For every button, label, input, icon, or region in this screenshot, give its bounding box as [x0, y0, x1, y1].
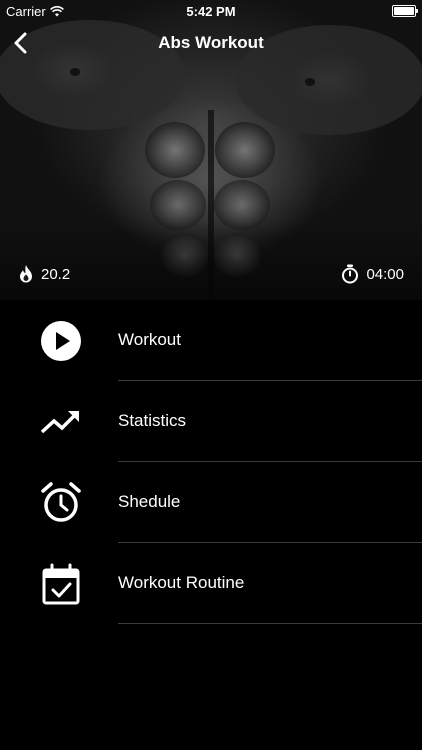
menu-item-label: Statistics: [118, 411, 187, 430]
duration-value: 04:00: [366, 265, 404, 283]
flame-icon: [20, 265, 32, 283]
status-time: 5:42 PM: [186, 4, 236, 19]
menu-item-workout-routine[interactable]: Workout Routine: [0, 543, 422, 624]
battery-icon: [392, 5, 418, 17]
calories-value: 20.2: [41, 265, 71, 283]
alarm-clock-icon: [41, 482, 81, 522]
status-bar: Carrier 5:42 PM: [0, 0, 422, 22]
duration-stat: 04:00: [341, 264, 404, 284]
trending-up-icon: [40, 411, 79, 434]
menu-item-statistics[interactable]: Statistics: [0, 381, 422, 462]
divider: [118, 623, 422, 624]
stopwatch-icon: [342, 264, 359, 284]
menu-item-label: Workout Routine: [118, 573, 245, 592]
menu-item-label: Workout: [118, 330, 181, 349]
calendar-check-icon: [42, 563, 80, 605]
menu-item-schedule[interactable]: Shedule: [0, 462, 422, 543]
workout-menu: Workout Statistics Shedule Workout Routi…: [0, 300, 422, 624]
menu-item-workout[interactable]: Workout: [0, 300, 422, 381]
hero-shade: [0, 220, 422, 300]
page-title: Abs Workout: [158, 33, 264, 52]
menu-item-label: Shedule: [118, 492, 181, 511]
play-circle-icon: [41, 321, 81, 361]
calories-stat: 20.2: [18, 264, 70, 284]
